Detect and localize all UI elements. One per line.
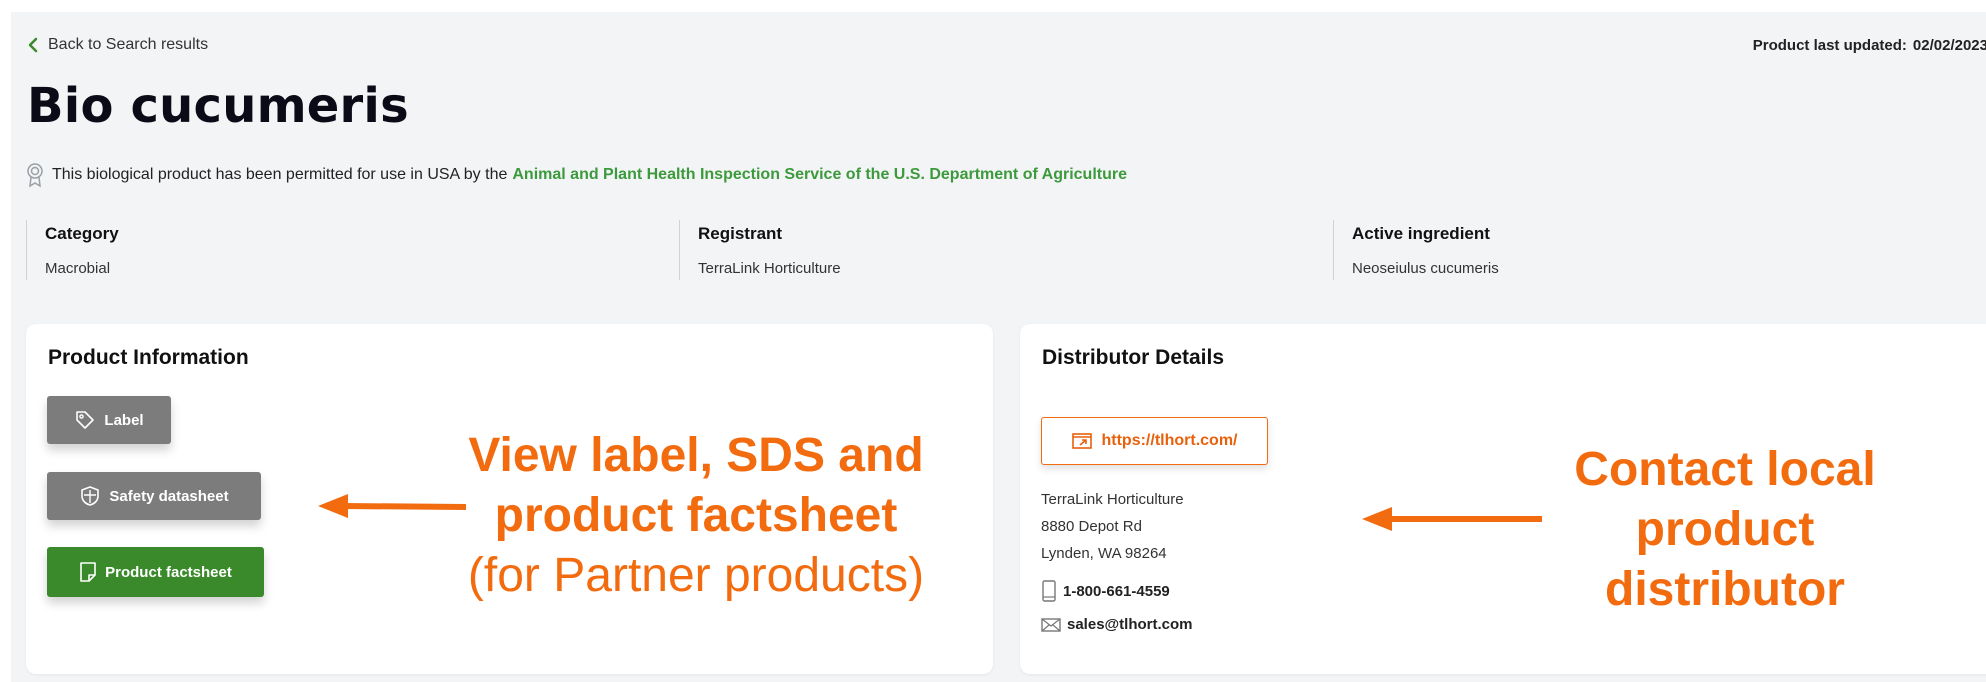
meta-active-ingredient: Active ingredient Neoseiulus cucumeris <box>1333 220 1499 280</box>
shield-icon <box>81 486 100 506</box>
distributor-phone[interactable]: 1-800-661-4559 <box>1041 580 1170 602</box>
document-icon <box>80 562 96 582</box>
meta-value: TerraLink Horticulture <box>698 260 841 277</box>
permit-notice: This biological product has been permitt… <box>26 162 1127 188</box>
agency-link[interactable]: Animal and Plant Health Inspection Servi… <box>512 166 1127 184</box>
external-link-icon <box>1071 433 1092 449</box>
award-icon <box>27 163 43 188</box>
meta-value: Neoseiulus cucumeris <box>1352 260 1499 277</box>
label-button[interactable]: Label <box>47 396 171 444</box>
safety-datasheet-text: Safety datasheet <box>109 487 229 505</box>
annotation-line: Contact local <box>1574 443 1876 496</box>
page-title: Bio cucumeris <box>27 78 409 134</box>
safety-datasheet-button[interactable]: Safety datasheet <box>47 472 261 520</box>
annotation-line: distributor <box>1605 563 1845 616</box>
annotation-line: View label, SDS and <box>468 429 924 482</box>
address-line: 8880 Depot Rd <box>1041 518 1142 535</box>
distributor-address: TerraLink Horticulture 8880 Depot Rd Lyn… <box>1041 486 1184 567</box>
distributor-url: https://tlhort.com/ <box>1101 432 1238 449</box>
product-factsheet-text: Product factsheet <box>105 563 232 581</box>
phone-number: 1-800-661-4559 <box>1063 582 1170 600</box>
meta-registrant: Registrant TerraLink Horticulture <box>679 220 841 280</box>
chevron-left-icon <box>28 37 38 53</box>
annotation-line: product factsheet <box>494 489 898 542</box>
annotation-line: (for Partner products) <box>467 549 925 602</box>
right-annotation-arrow <box>1362 507 1542 531</box>
product-information-heading: Product Information <box>48 346 249 369</box>
tag-icon <box>76 411 95 429</box>
mail-icon <box>1041 617 1061 632</box>
address-line: TerraLink Horticulture <box>1041 491 1184 508</box>
back-link-label: Back to Search results <box>48 36 209 53</box>
distributor-details-heading: Distributor Details <box>1042 346 1225 369</box>
last-updated: Product last updated: 02/02/2023 <box>1753 37 1986 54</box>
distributor-email[interactable]: sales@tlhort.com <box>1041 616 1193 633</box>
meta-key: Category <box>45 224 119 243</box>
phone-icon <box>1042 580 1056 602</box>
distributor-details-card: Distributor Details https://tlhort.com/ … <box>1020 324 1986 674</box>
meta-value: Macrobial <box>45 260 111 277</box>
label-button-text: Label <box>104 411 144 429</box>
permit-text: This biological product has been permitt… <box>52 166 508 183</box>
meta-category: Category Macrobial <box>26 220 119 280</box>
meta-key: Active ingredient <box>1352 224 1490 243</box>
last-updated-label: Product last updated: <box>1752 37 1907 54</box>
last-updated-date: 02/02/2023 <box>1912 37 1986 54</box>
address-line: Lynden, WA 98264 <box>1041 545 1167 562</box>
product-information-card: Product Information Label Safety datashe… <box>26 324 993 674</box>
product-factsheet-button[interactable]: Product factsheet <box>47 547 264 597</box>
annotation-line: product <box>1635 503 1815 556</box>
left-annotation: View label, SDS and product factsheet (f… <box>436 426 956 606</box>
back-to-search-link[interactable]: Back to Search results <box>28 36 208 54</box>
right-annotation: Contact local product distributor <box>1540 440 1910 620</box>
meta-key: Registrant <box>698 224 783 243</box>
distributor-website-button[interactable]: https://tlhort.com/ <box>1041 417 1268 465</box>
email-address: sales@tlhort.com <box>1067 616 1193 633</box>
